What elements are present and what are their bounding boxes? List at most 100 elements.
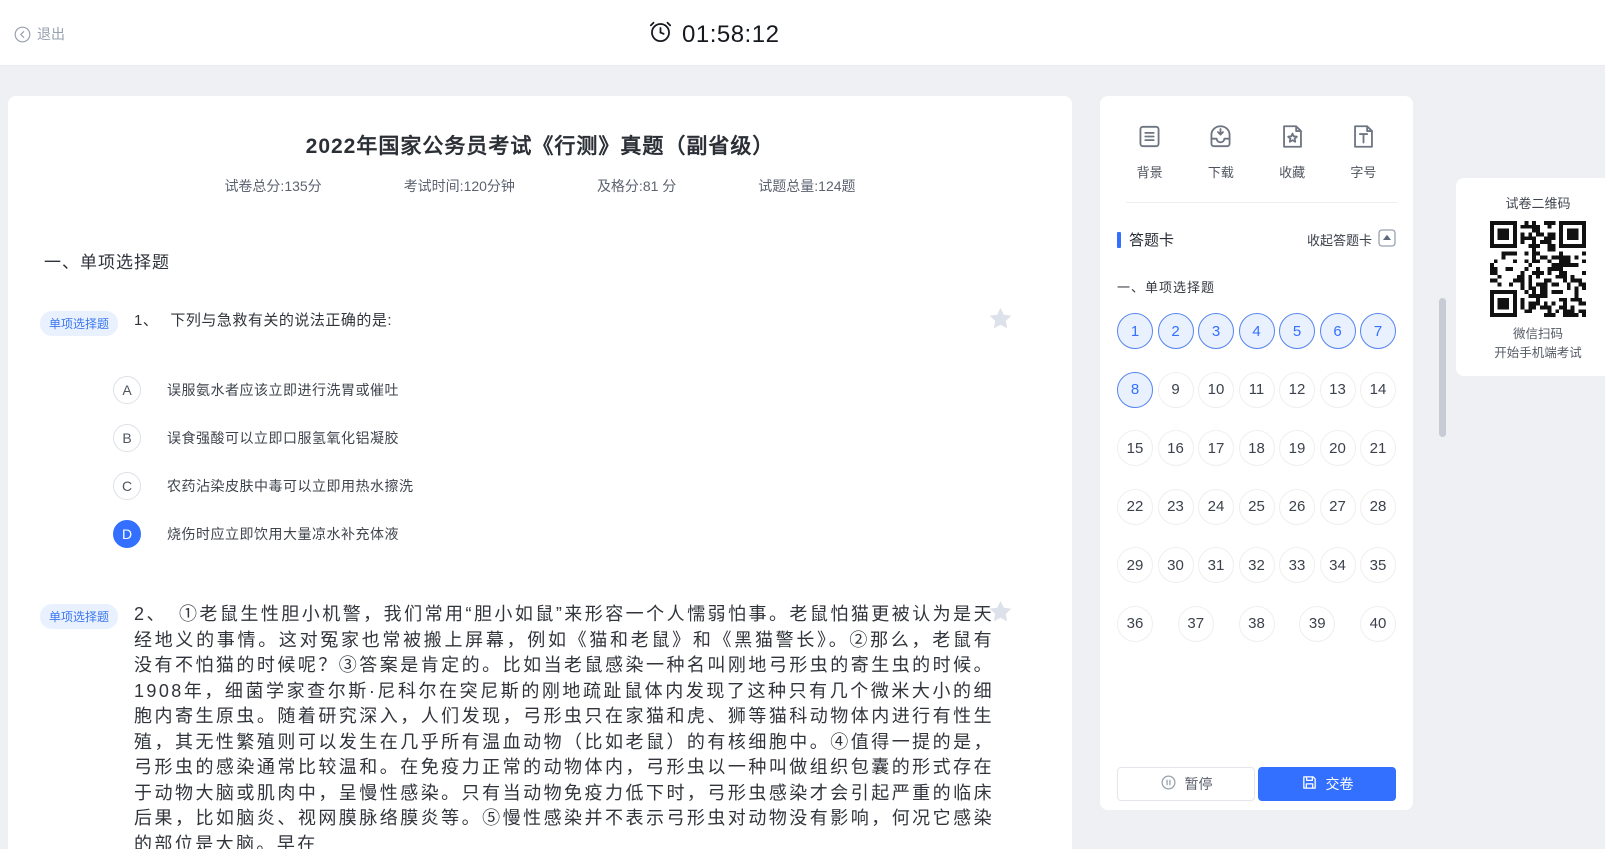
collapse-up-icon	[1378, 229, 1396, 250]
question-number-12[interactable]: 12	[1279, 372, 1315, 408]
submit-button[interactable]: 交卷	[1258, 767, 1396, 801]
question-number-40[interactable]: 40	[1360, 606, 1396, 642]
tool-label: 收藏	[1279, 162, 1305, 181]
answer-card-section-label: 一、单项选择题	[1117, 277, 1396, 296]
question-number-9[interactable]: 9	[1158, 372, 1194, 408]
question-number-6[interactable]: 6	[1320, 313, 1356, 349]
tool-label: 背景	[1137, 162, 1163, 181]
question-number-26[interactable]: 26	[1279, 489, 1315, 525]
answer-card-title: 答题卡	[1117, 229, 1174, 250]
question-2-text: 2、①老鼠生性胆小机警，我们常用“胆小如鼠”来形容一个人懦弱怕事。老鼠怕猫更被认…	[134, 602, 994, 849]
star-page-icon	[1278, 122, 1307, 151]
favorite-star-icon[interactable]	[987, 598, 1014, 630]
font-size-icon	[1349, 122, 1378, 151]
question-1: 单项选择题 1、下列与急救有关的说法正确的是: A误服氨水者应该立即进行洗胃或催…	[36, 309, 1044, 548]
pause-icon	[1160, 774, 1177, 794]
exit-label: 退出	[37, 24, 65, 44]
question-number-36[interactable]: 36	[1117, 606, 1153, 642]
question-number-38[interactable]: 38	[1239, 606, 1275, 642]
question-number-22[interactable]: 22	[1117, 489, 1153, 525]
exam-paper-panel: 2022年国家公务员考试《行测》真题（副省级） 试卷总分:135分 考试时间:1…	[8, 96, 1072, 849]
paper-title: 2022年国家公务员考试《行测》真题（副省级）	[36, 130, 1044, 160]
option-A[interactable]: A误服氨水者应该立即进行洗胃或催吐	[113, 376, 1044, 404]
option-D[interactable]: D 烧伤时应立即饮用大量凉水补充体液	[113, 520, 1044, 548]
question-number-37[interactable]: 37	[1178, 606, 1214, 642]
question-number-19[interactable]: 19	[1279, 430, 1315, 466]
question-number-8[interactable]: 8	[1117, 372, 1153, 408]
question-number-25[interactable]: 25	[1239, 489, 1275, 525]
question-number-4[interactable]: 4	[1239, 313, 1275, 349]
favorite-star-icon[interactable]	[987, 305, 1014, 337]
question-number-31[interactable]: 31	[1198, 547, 1234, 583]
section-title: 一、单项选择题	[44, 248, 1044, 273]
option-letter-circle[interactable]: D	[113, 520, 141, 548]
question-number-7[interactable]: 7	[1360, 313, 1396, 349]
question-number-13[interactable]: 13	[1320, 372, 1356, 408]
meta-duration: 考试时间:120分钟	[404, 176, 515, 196]
question-number-39[interactable]: 39	[1299, 606, 1335, 642]
question-number-14[interactable]: 14	[1360, 372, 1396, 408]
question-number-1[interactable]: 1	[1117, 313, 1153, 349]
qr-code-panel: 试卷二维码 微信扫码 开始手机端考试	[1456, 178, 1605, 376]
accent-bar	[1117, 232, 1121, 248]
option-C[interactable]: C 农药沾染皮肤中毒可以立即用热水擦洗	[113, 472, 1044, 500]
tool-label: 字号	[1350, 162, 1376, 181]
timer-value: 01:58:12	[682, 21, 779, 49]
question-number-33[interactable]: 33	[1279, 547, 1315, 583]
option-letter-circle[interactable]: A	[113, 376, 141, 404]
option-text: 农药沾染皮肤中毒可以立即用热水擦洗	[167, 476, 414, 496]
collapse-answer-card-button[interactable]: 收起答题卡	[1307, 229, 1396, 250]
qr-code-image	[1490, 221, 1586, 317]
option-B[interactable]: B 误食强酸可以立即口服氢氧化铝凝胶	[113, 424, 1044, 452]
question-number-grid: 1234567891011121314151617181920212223242…	[1117, 313, 1396, 664]
back-circle-icon	[14, 26, 31, 43]
question-number-2[interactable]: 2	[1158, 313, 1194, 349]
question-number-27[interactable]: 27	[1320, 489, 1356, 525]
question-2: 单项选择题 2、①老鼠生性胆小机警，我们常用“胆小如鼠”来形容一个人懦弱怕事。老…	[36, 602, 1044, 849]
question-number-16[interactable]: 16	[1158, 430, 1194, 466]
question-number-18[interactable]: 18	[1239, 430, 1275, 466]
meta-pass-score: 及格分:81 分	[597, 176, 676, 196]
topbar: 退出 01:58:12	[0, 0, 1605, 66]
document-lines-icon	[1135, 122, 1164, 151]
question-number-15[interactable]: 15	[1117, 430, 1153, 466]
question-type-badge: 单项选择题	[40, 604, 118, 629]
background-tool-button[interactable]: 背景	[1135, 122, 1164, 181]
question-number-32[interactable]: 32	[1239, 547, 1275, 583]
download-tool-button[interactable]: 下载	[1206, 122, 1235, 181]
option-text: 烧伤时应立即饮用大量凉水补充体液	[167, 524, 399, 544]
question-number-30[interactable]: 30	[1158, 547, 1194, 583]
question-number-35[interactable]: 35	[1360, 547, 1396, 583]
question-number-10[interactable]: 10	[1198, 372, 1234, 408]
favorite-tool-button[interactable]: 收藏	[1278, 122, 1307, 181]
question-number-34[interactable]: 34	[1320, 547, 1356, 583]
question-number-24[interactable]: 24	[1198, 489, 1234, 525]
option-letter-circle[interactable]: C	[113, 472, 141, 500]
option-letter-circle[interactable]: B	[113, 424, 141, 452]
toolbar: 背景 下载 收藏	[1100, 96, 1413, 181]
question-number-21[interactable]: 21	[1360, 430, 1396, 466]
exit-button[interactable]: 退出	[14, 24, 65, 44]
question-2-number: 2、	[134, 604, 167, 624]
save-floppy-icon	[1301, 774, 1318, 794]
paper-meta: 试卷总分:135分 考试时间:120分钟 及格分:81 分 试题总量:124题	[36, 176, 1044, 196]
exam-timer: 01:58:12	[648, 19, 779, 51]
font-size-tool-button[interactable]: 字号	[1349, 122, 1378, 181]
download-tray-icon	[1206, 122, 1235, 151]
question-number-23[interactable]: 23	[1158, 489, 1194, 525]
option-text: 误食强酸可以立即口服氢氧化铝凝胶	[167, 428, 399, 448]
question-number-3[interactable]: 3	[1198, 313, 1234, 349]
qr-title: 试卷二维码	[1456, 193, 1605, 212]
divider	[1126, 202, 1397, 203]
question-number-29[interactable]: 29	[1117, 547, 1153, 583]
question-number-28[interactable]: 28	[1360, 489, 1396, 525]
pause-button[interactable]: 暂停	[1117, 767, 1255, 801]
options-list: A误服氨水者应该立即进行洗胃或催吐 B 误食强酸可以立即口服氢氧化铝凝胶 C 农药沾染皮…	[113, 376, 1044, 548]
question-number-11[interactable]: 11	[1239, 372, 1275, 408]
question-number-5[interactable]: 5	[1279, 313, 1315, 349]
question-number-20[interactable]: 20	[1320, 430, 1356, 466]
question-type-badge: 单项选择题	[40, 311, 118, 336]
answer-card-panel: 背景 下载 收藏	[1100, 96, 1413, 810]
question-number-17[interactable]: 17	[1198, 430, 1234, 466]
scrollbar-thumb[interactable]	[1439, 298, 1446, 437]
